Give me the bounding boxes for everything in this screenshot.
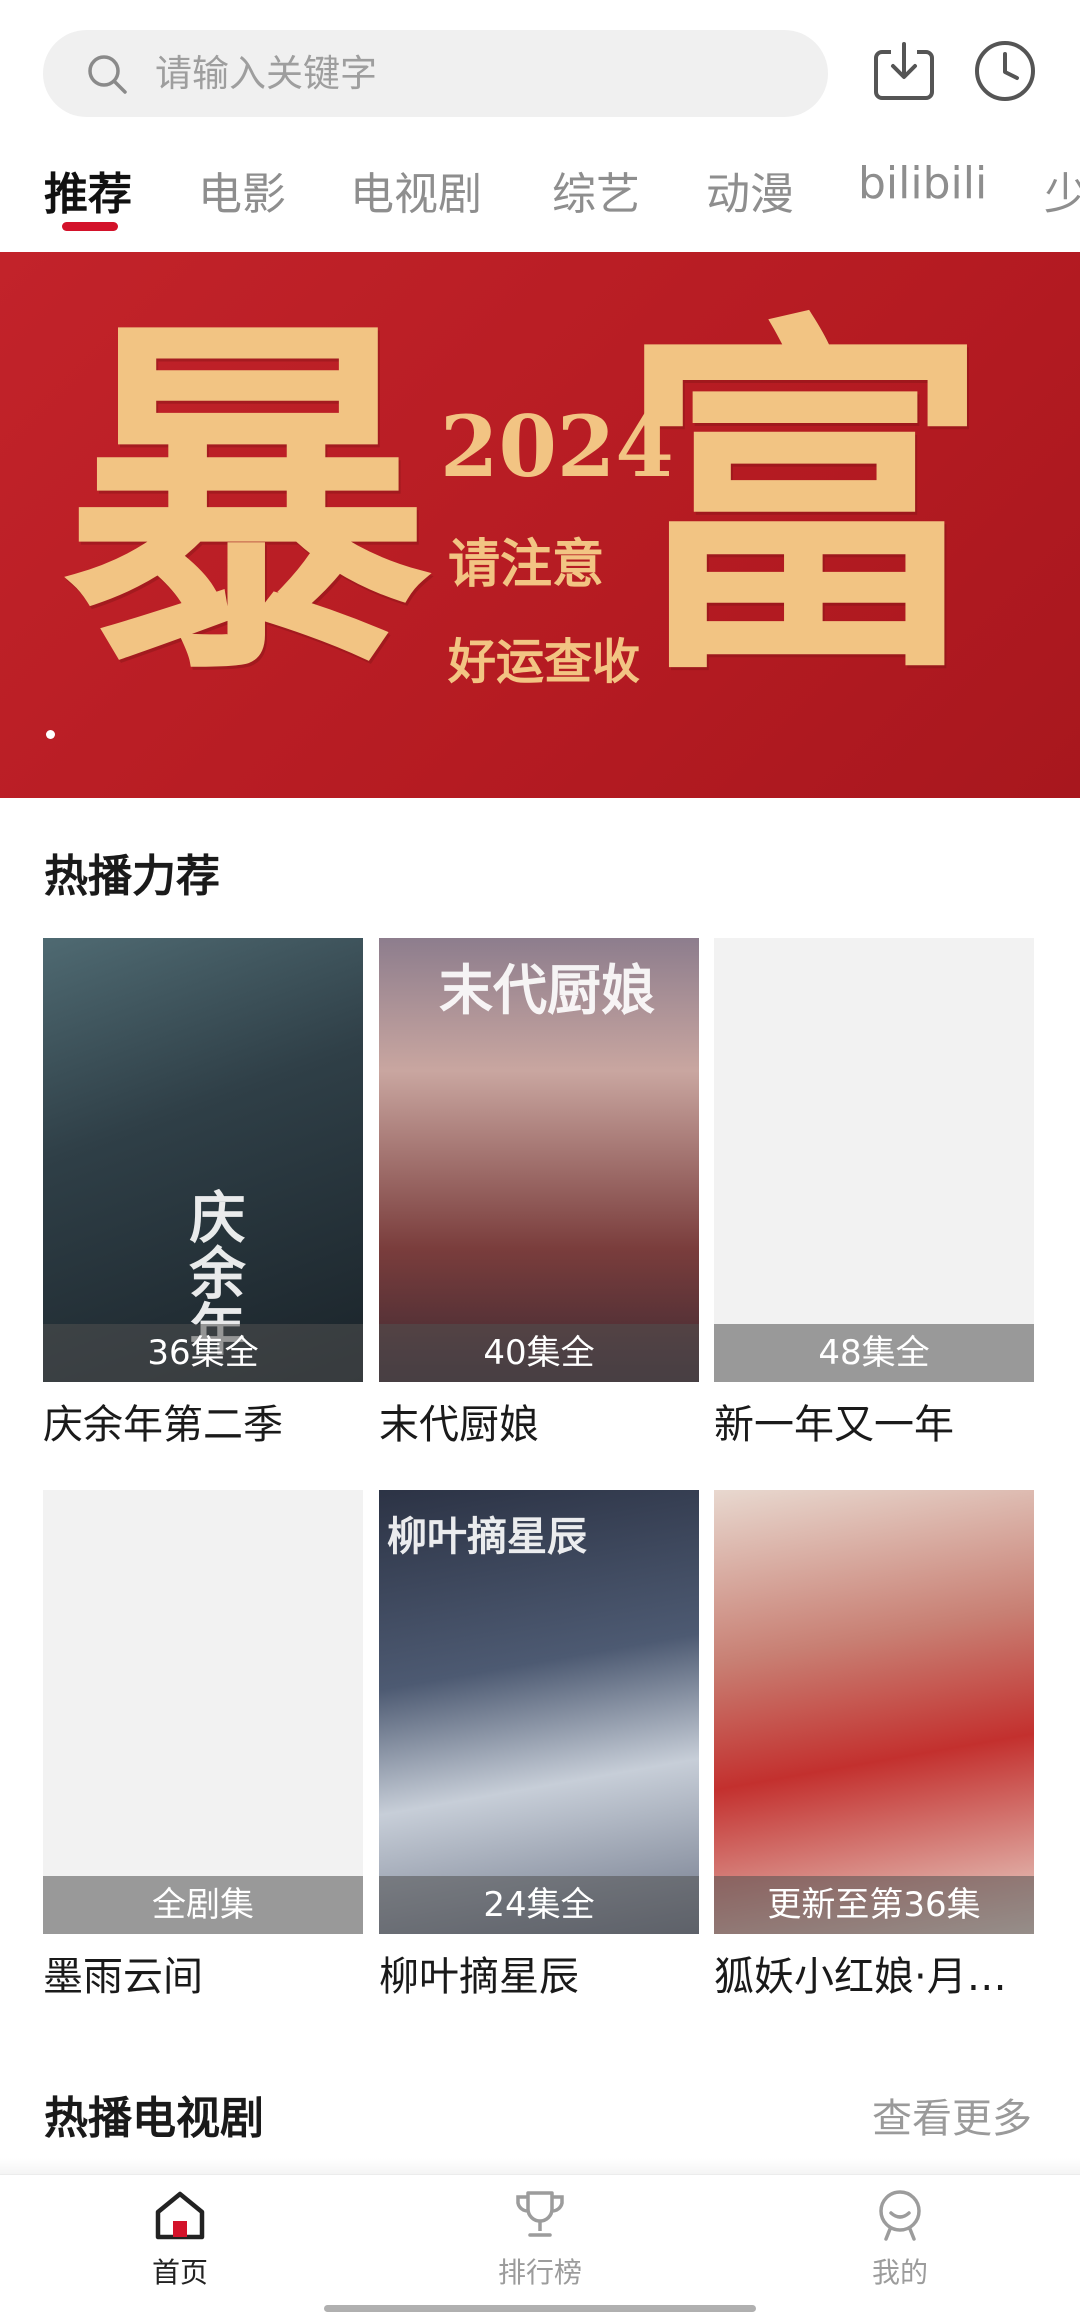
history-icon[interactable] [972, 38, 1038, 104]
episode-badge: 36集全 [43, 1324, 363, 1382]
search-input[interactable] [155, 40, 795, 106]
video-title: 柳叶摘星辰 [379, 1954, 579, 2000]
video-title: 庆余年第二季 [43, 1402, 283, 1448]
banner-big-char-right: 富 [620, 285, 990, 719]
promo-banner[interactable]: 暴 富 2024 请注意 好运查收 [0, 252, 1080, 798]
banner-year: 2024 [440, 397, 674, 496]
banner-page-dot [46, 730, 55, 739]
tab-children[interactable]: 少 [1044, 158, 1080, 222]
nav-home[interactable]: 首页 [80, 2187, 280, 2291]
user-icon [879, 2190, 921, 2241]
top-bar [0, 0, 1080, 130]
nav-ranking[interactable]: 排行榜 [440, 2187, 640, 2291]
nav-label: 首页 [151, 2256, 208, 2289]
video-card[interactable]: 末代厨娘 40集全 末代厨娘 [379, 938, 699, 1450]
video-card[interactable]: 庆余年 36集全 庆余年第二季 [43, 938, 363, 1450]
banner-line2: 好运查收 [448, 634, 641, 690]
poster-image: 柳叶摘星辰 24集全 [379, 1490, 699, 1934]
nav-shadow [0, 2158, 1080, 2174]
poster-art-title: 柳叶摘星辰 [387, 1513, 587, 1560]
banner-line1: 请注意 [448, 534, 605, 595]
video-card[interactable]: 更新至第36集 狐妖小红娘·月红篇 [714, 1490, 1034, 2002]
video-title: 末代厨娘 [379, 1402, 539, 1448]
poster-image: 末代厨娘 40集全 [379, 938, 699, 1382]
section-title-tv: 热播电视剧 [44, 2093, 264, 2144]
episode-badge: 24集全 [379, 1876, 699, 1934]
poster-image: 更新至第36集 [714, 1490, 1034, 1934]
see-more-link[interactable]: 查看更多 [872, 2086, 1032, 2144]
search-icon [88, 55, 127, 94]
poster-image: 全剧集 [43, 1490, 363, 1934]
tab-variety[interactable]: 综艺 [552, 158, 640, 222]
tab-tv[interactable]: 电视剧 [350, 158, 482, 222]
video-title: 狐妖小红娘·月红篇 [714, 1954, 1034, 2000]
home-indicator[interactable] [324, 2305, 756, 2312]
nav-label: 我的 [871, 2256, 928, 2289]
episode-badge: 48集全 [714, 1324, 1034, 1382]
banner-big-char-left: 暴 [62, 285, 432, 719]
download-icon[interactable] [871, 38, 937, 104]
category-tabs: 推荐 电影 电视剧 综艺 动漫 bilibili 少 [0, 150, 1080, 250]
active-tab-indicator [62, 222, 118, 231]
video-title: 新一年又一年 [714, 1402, 954, 1448]
video-card[interactable]: 柳叶摘星辰 24集全 柳叶摘星辰 [379, 1490, 699, 2002]
tab-movie[interactable]: 电影 [198, 158, 286, 222]
section-title-hot: 热播力荐 [44, 851, 220, 902]
episode-badge: 全剧集 [43, 1876, 363, 1934]
bottom-nav: 首页 排行榜 我的 [0, 2174, 1080, 2318]
video-card[interactable]: 全剧集 墨雨云间 [43, 1490, 363, 2002]
video-card[interactable]: 48集全 新一年又一年 [714, 938, 1034, 1450]
nav-label: 排行榜 [497, 2256, 582, 2289]
poster-art-title: 末代厨娘 [439, 958, 655, 1022]
episode-badge: 40集全 [379, 1324, 699, 1382]
trophy-icon [516, 2191, 564, 2237]
nav-profile[interactable]: 我的 [800, 2187, 1000, 2291]
tab-recommend[interactable]: 推荐 [44, 158, 132, 222]
tab-bilibili[interactable]: bilibili [858, 158, 987, 209]
poster-image: 48集全 [714, 938, 1034, 1382]
home-icon [155, 2191, 205, 2240]
episode-badge: 更新至第36集 [714, 1876, 1034, 1934]
search-bar[interactable] [43, 30, 828, 117]
tab-anime[interactable]: 动漫 [706, 158, 794, 222]
video-title: 墨雨云间 [43, 1954, 203, 2000]
poster-image: 庆余年 36集全 [43, 938, 363, 1382]
